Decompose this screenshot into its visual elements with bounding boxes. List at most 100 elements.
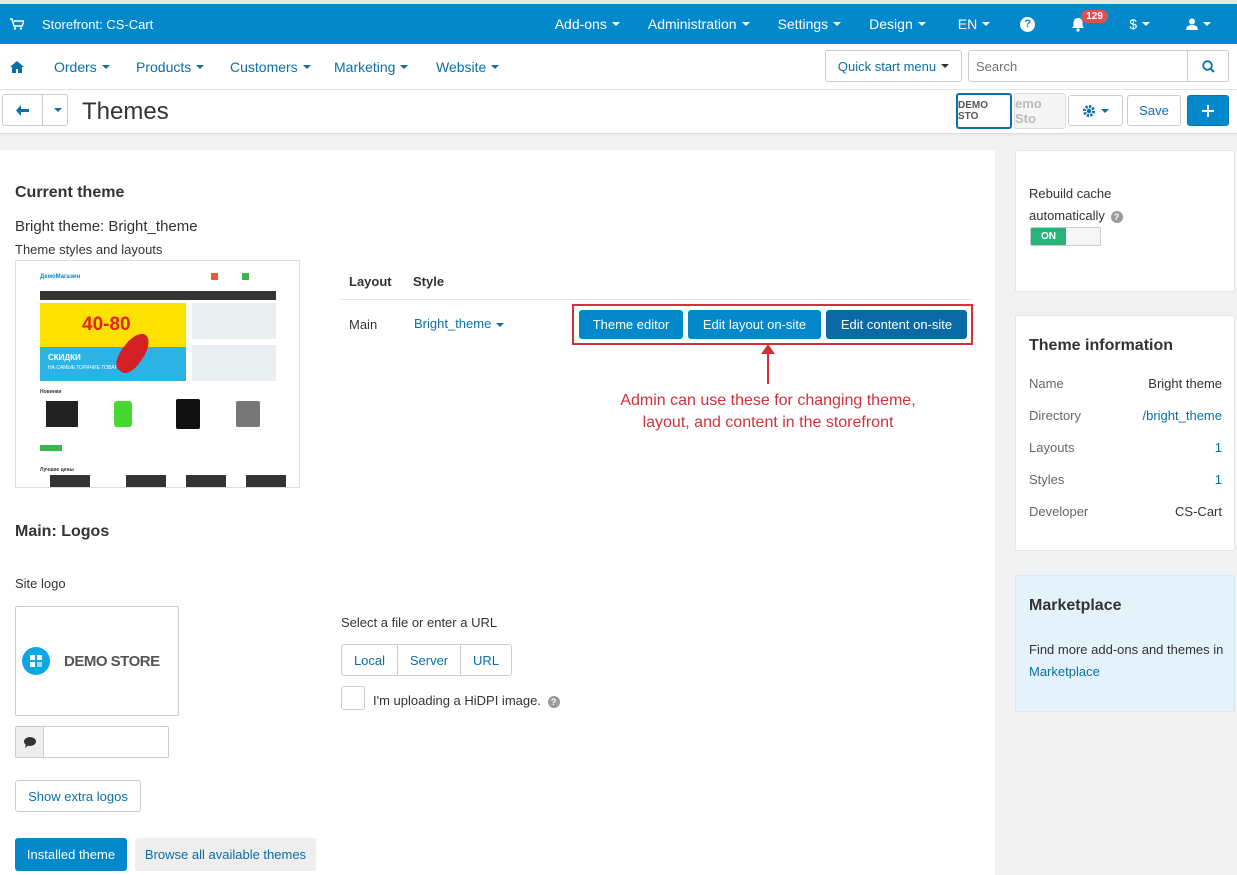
tab-installed-theme[interactable]: Installed theme xyxy=(15,838,127,871)
chevron-down-icon xyxy=(1101,108,1109,113)
menu-settings[interactable]: Settings xyxy=(778,4,842,44)
info-row-name: Name Bright theme xyxy=(1029,376,1222,391)
preview-side-banner-2 xyxy=(192,345,276,381)
menu-addons[interactable]: Add-ons xyxy=(555,4,620,44)
preview-product-row xyxy=(246,475,286,487)
notifications-button[interactable]: 129 xyxy=(1071,4,1108,44)
info-row-directory: Directory/bright_theme xyxy=(1029,408,1222,423)
menu-language[interactable]: EN xyxy=(958,4,991,44)
info-row-developer: Developer CS-Cart xyxy=(1029,504,1222,519)
source-local[interactable]: Local xyxy=(342,645,398,675)
rebuild-cache-toggle[interactable]: ON xyxy=(1030,227,1101,246)
save-button[interactable]: Save xyxy=(1127,95,1181,126)
user-menu[interactable] xyxy=(1186,4,1211,44)
chevron-down-icon xyxy=(53,108,62,112)
preview-product-tv xyxy=(46,401,78,427)
col-layout: Layout xyxy=(349,274,392,289)
chevron-down-icon xyxy=(101,65,110,69)
preview-product-phone xyxy=(114,401,132,427)
preview-cart-icon xyxy=(211,273,218,280)
page-title: Themes xyxy=(82,98,169,125)
arrow-left-icon xyxy=(16,104,29,116)
nav-marketing[interactable]: Marketing xyxy=(334,44,409,90)
source-url[interactable]: URL xyxy=(461,645,511,675)
plus-icon xyxy=(1202,104,1214,117)
nav-products[interactable]: Products xyxy=(136,44,205,90)
chevron-down-icon xyxy=(491,65,500,69)
theme-info-title: Theme information xyxy=(1029,337,1174,354)
annotation-box xyxy=(572,304,973,345)
directory-link[interactable]: /bright_theme xyxy=(1143,408,1223,423)
preview-menu-bar xyxy=(40,291,276,300)
style-dropdown[interactable]: Bright_theme xyxy=(414,316,505,331)
annotation-text: Admin can use these for changing theme, … xyxy=(620,392,916,431)
layouts-link[interactable]: 1 xyxy=(1215,440,1222,455)
current-theme-heading: Current theme xyxy=(15,184,125,201)
rebuild-cache-label-2: automatically ? xyxy=(1029,208,1123,223)
col-style: Style xyxy=(413,274,445,289)
preview-promo-sub2: НА САМЫЕ ГОРЯЧИЕ ТОВАРЫ xyxy=(48,365,123,371)
quick-start-menu[interactable]: Quick start menu xyxy=(825,50,962,82)
logo-alt-text-field xyxy=(15,726,169,758)
marketplace-link[interactable]: Marketplace xyxy=(1029,664,1100,679)
storefront-switch[interactable]: emo Sto xyxy=(1014,93,1066,129)
history-dropdown[interactable] xyxy=(43,95,67,125)
back-button-group xyxy=(2,94,68,126)
theme-name: Bright theme: Bright_theme xyxy=(15,218,198,235)
chevron-down-icon xyxy=(611,22,620,26)
marketplace-panel: Marketplace Find more add-ons and themes… xyxy=(1015,575,1235,712)
chevron-down-icon xyxy=(741,22,750,26)
chevron-down-icon xyxy=(496,322,505,327)
title-bar: Themes DEMO STO emo Sto Save xyxy=(0,90,1237,134)
settings-dropdown[interactable] xyxy=(1068,95,1123,126)
show-extra-logos-button[interactable]: Show extra logos xyxy=(15,780,141,812)
main-nav: Orders Products Customers Marketing Webs… xyxy=(0,44,1237,90)
chevron-down-icon xyxy=(1203,22,1211,26)
tab-browse-themes[interactable]: Browse all available themes xyxy=(135,838,316,871)
chevron-down-icon xyxy=(1142,22,1150,26)
site-logo-preview[interactable]: DEMO STORE xyxy=(15,606,179,716)
top-menu: Add-ons Administration Settings Design E… xyxy=(555,4,1237,44)
chevron-down-icon xyxy=(917,22,926,26)
file-source-switch: Local Server URL xyxy=(341,644,512,676)
currency-menu[interactable]: $ xyxy=(1129,4,1150,44)
menu-design[interactable]: Design xyxy=(869,4,926,44)
layout-value: Main xyxy=(349,317,378,332)
storefront-switch-active[interactable]: DEMO STO xyxy=(956,93,1012,129)
chevron-down-icon xyxy=(400,65,409,69)
preview-new-label: Новинки xyxy=(40,389,62,395)
add-button[interactable] xyxy=(1187,95,1229,126)
layout-table-header: Layout Style xyxy=(341,265,971,300)
chevron-down-icon xyxy=(941,64,950,68)
search-button[interactable] xyxy=(1187,51,1228,81)
preview-logo: ДемоМагазин xyxy=(40,274,81,280)
logo-alt-input[interactable] xyxy=(44,727,164,757)
main-panel: Current theme Bright theme: Bright_theme… xyxy=(0,150,995,875)
storefront-link[interactable]: Storefront: CS-Cart xyxy=(10,4,153,44)
home-link[interactable] xyxy=(10,44,24,90)
preview-promo: 40-80 xyxy=(82,314,131,335)
nav-orders[interactable]: Orders xyxy=(54,44,110,90)
help-icon[interactable]: ? xyxy=(1110,210,1123,223)
preview-product-tablet xyxy=(176,399,200,429)
help-icon[interactable]: ? xyxy=(547,695,560,708)
gear-icon xyxy=(1083,104,1095,117)
preview-header: ДемоМагазин xyxy=(16,261,299,291)
chevron-down-icon xyxy=(982,22,991,26)
chevron-down-icon xyxy=(196,65,205,69)
hidpi-checkbox[interactable] xyxy=(341,686,365,710)
theme-preview[interactable]: ДемоМагазин 40-80 СКИДКИ НА САМЫЕ ГОРЯЧИ… xyxy=(15,260,300,488)
rebuild-cache-panel: Rebuild cache automatically ? ON xyxy=(1015,150,1235,292)
styles-link[interactable]: 1 xyxy=(1215,472,1222,487)
rebuild-cache-label-1: Rebuild cache xyxy=(1029,186,1112,201)
menu-administration[interactable]: Administration xyxy=(648,4,750,44)
search-input[interactable] xyxy=(969,51,1187,81)
search-icon xyxy=(1201,59,1215,73)
help-button[interactable]: ? xyxy=(1020,4,1036,44)
back-button[interactable] xyxy=(3,95,43,125)
nav-customers[interactable]: Customers xyxy=(230,44,311,90)
chevron-down-icon xyxy=(302,65,311,69)
nav-website[interactable]: Website xyxy=(436,44,500,90)
source-server[interactable]: Server xyxy=(398,645,461,675)
comment-icon xyxy=(16,727,44,757)
